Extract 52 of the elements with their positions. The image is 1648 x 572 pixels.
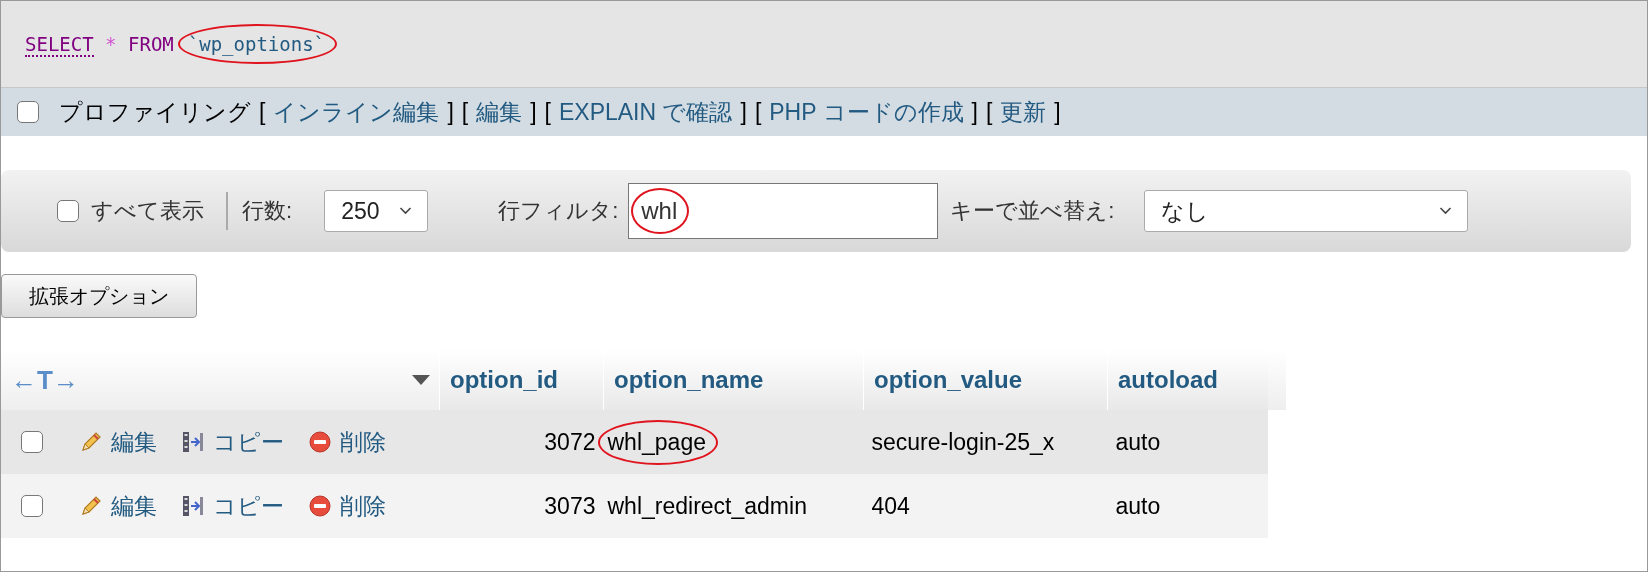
copy-icon xyxy=(181,430,205,454)
table-cell: secure-login-25_x xyxy=(871,428,1055,455)
delete-icon xyxy=(308,430,332,454)
filter-input[interactable]: whl xyxy=(628,183,939,239)
bracket: [ xyxy=(754,98,762,126)
sort-select[interactable]: なし xyxy=(1144,190,1469,232)
table-cell: whl_page xyxy=(607,428,706,455)
options-button[interactable]: 拡張オプション xyxy=(1,274,197,318)
rows-select[interactable]: 250 xyxy=(324,190,429,232)
bracket: [ xyxy=(985,98,993,126)
action-link[interactable]: PHP コードの作成 xyxy=(769,96,964,128)
table-cell: auto xyxy=(1115,428,1161,455)
delete-icon xyxy=(308,494,332,518)
checkbox[interactable] xyxy=(21,495,43,517)
action-link[interactable]: インライン編集 xyxy=(273,96,440,128)
bracket: ] xyxy=(971,98,978,126)
bracket: [ xyxy=(544,98,551,126)
checkbox[interactable] xyxy=(17,101,39,123)
pencil-icon xyxy=(79,430,103,454)
table-cell: 3072 xyxy=(544,428,596,455)
checkbox[interactable] xyxy=(21,431,43,453)
bracket: ] xyxy=(740,98,747,126)
table-cell: whl_redirect_admin xyxy=(607,492,807,519)
profiling-label: プロファイリング xyxy=(59,97,251,127)
row-action-link[interactable]: 削除 xyxy=(340,490,386,522)
sql-query: SELECT * FROM `wp_options` xyxy=(25,33,326,55)
bracket: ] xyxy=(447,98,454,126)
bracket: ] xyxy=(530,98,537,126)
filter-label: 行フィルタ: xyxy=(498,197,619,225)
copy-icon xyxy=(181,494,205,518)
pencil-icon xyxy=(79,494,103,518)
caret-icon xyxy=(1438,206,1454,216)
bracket: [ xyxy=(259,98,266,126)
rows-label: 行数: xyxy=(242,197,293,225)
table-cell: 3073 xyxy=(544,492,596,519)
row-action-link[interactable]: コピー xyxy=(213,426,284,458)
row-action-link[interactable]: 編集 xyxy=(111,490,157,522)
sort-icon[interactable] xyxy=(411,374,431,386)
action-link[interactable]: 更新 xyxy=(1000,96,1047,128)
table-cell: 404 xyxy=(871,492,910,519)
bracket: [ xyxy=(461,98,469,126)
bracket: ] xyxy=(1054,98,1061,126)
table-cell: auto xyxy=(1115,492,1161,519)
caret-icon xyxy=(398,206,414,216)
sort-label: キーで並べ替え: xyxy=(950,197,1115,225)
checkbox[interactable] xyxy=(57,200,79,222)
action-link[interactable]: 編集 xyxy=(476,96,523,128)
action-link[interactable]: EXPLAIN で確認 xyxy=(558,96,733,128)
row-action-link[interactable]: 編集 xyxy=(111,426,157,458)
show-all-label: すべて表示 xyxy=(91,197,204,225)
row-action-link[interactable]: コピー xyxy=(213,490,284,522)
row-action-link[interactable]: 削除 xyxy=(340,426,386,458)
